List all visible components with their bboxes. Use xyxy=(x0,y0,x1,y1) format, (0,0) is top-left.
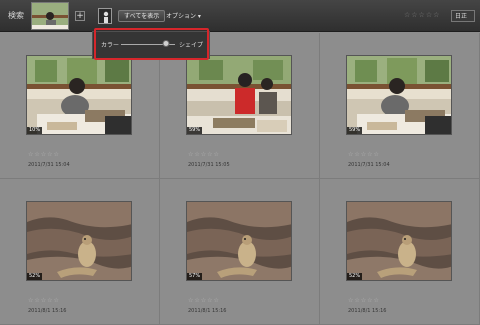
show-all-button[interactable]: すべてを表示 xyxy=(118,10,166,22)
photo-date: 2011/7/31 15:04 xyxy=(28,162,70,168)
person-icon xyxy=(103,11,109,23)
photo-date: 2011/7/31 15:05 xyxy=(188,162,230,168)
photo-image xyxy=(187,202,292,281)
rating-stars[interactable]: ☆☆☆☆☆ xyxy=(28,297,60,304)
similarity-badge: 59% xyxy=(347,127,363,134)
photo-thumbnail[interactable]: 10% xyxy=(26,55,132,135)
photo-thumbnail[interactable]: 52% xyxy=(346,201,452,281)
query-image xyxy=(32,3,69,30)
sort-select[interactable]: 日正 xyxy=(451,10,475,22)
photo-date: 2011/8/1 15:16 xyxy=(28,308,67,314)
photo-cell[interactable]: 59% ☆☆☆☆☆ 2011/7/31 15:04 xyxy=(320,33,480,179)
rating-stars[interactable]: ☆☆☆☆☆ xyxy=(348,151,380,158)
add-query-button[interactable]: + xyxy=(75,11,85,21)
options-menu[interactable]: オプション ▾ xyxy=(166,11,201,20)
query-image-thumbnail[interactable] xyxy=(31,2,69,30)
photo-thumbnail[interactable]: 59% xyxy=(346,55,452,135)
photo-thumbnail[interactable]: 57% xyxy=(186,201,292,281)
rating-stars[interactable]: ☆☆☆☆☆ xyxy=(348,297,380,304)
rating-stars[interactable]: ☆☆☆☆☆ xyxy=(188,297,220,304)
similarity-badge: 52% xyxy=(27,273,43,280)
rating-stars[interactable]: ☆☆☆☆☆ xyxy=(188,151,220,158)
photo-cell[interactable]: 57% ☆☆☆☆☆ 2011/8/1 15:16 xyxy=(160,179,320,325)
toolbar: 検索 + すべてを表示 オプション ▾ ☆☆☆☆☆ 日正 xyxy=(0,0,480,32)
photo-image xyxy=(27,202,132,281)
photo-date: 2011/8/1 15:16 xyxy=(188,308,227,314)
similarity-badge: 10% xyxy=(27,127,43,134)
photo-date: 2011/8/1 15:16 xyxy=(348,308,387,314)
similarity-badge: 52% xyxy=(347,273,363,280)
photo-thumbnail[interactable]: 52% xyxy=(26,201,132,281)
rating-filter[interactable]: ☆☆☆☆☆ xyxy=(404,11,440,19)
rating-stars[interactable]: ☆☆☆☆☆ xyxy=(28,151,60,158)
highlight-box xyxy=(94,28,209,60)
photo-cell[interactable]: 52% ☆☆☆☆☆ 2011/8/1 15:16 xyxy=(0,179,160,325)
photo-image xyxy=(347,202,452,281)
photo-cell[interactable]: 52% ☆☆☆☆☆ 2011/8/1 15:16 xyxy=(320,179,480,325)
photo-thumbnail[interactable]: 59% xyxy=(186,55,292,135)
photo-image xyxy=(187,56,292,135)
photo-image xyxy=(347,56,452,135)
photo-grid: 10% ☆☆☆☆☆ 2011/7/31 15:04 59% ☆☆☆☆☆ 2011/7/31… xyxy=(0,33,480,325)
photo-date: 2011/7/31 15:04 xyxy=(348,162,390,168)
similarity-badge: 59% xyxy=(187,127,203,134)
photo-image xyxy=(27,56,132,135)
search-label: 検索 xyxy=(8,11,24,20)
similarity-badge: 57% xyxy=(187,273,203,280)
person-search-button[interactable] xyxy=(98,8,112,24)
